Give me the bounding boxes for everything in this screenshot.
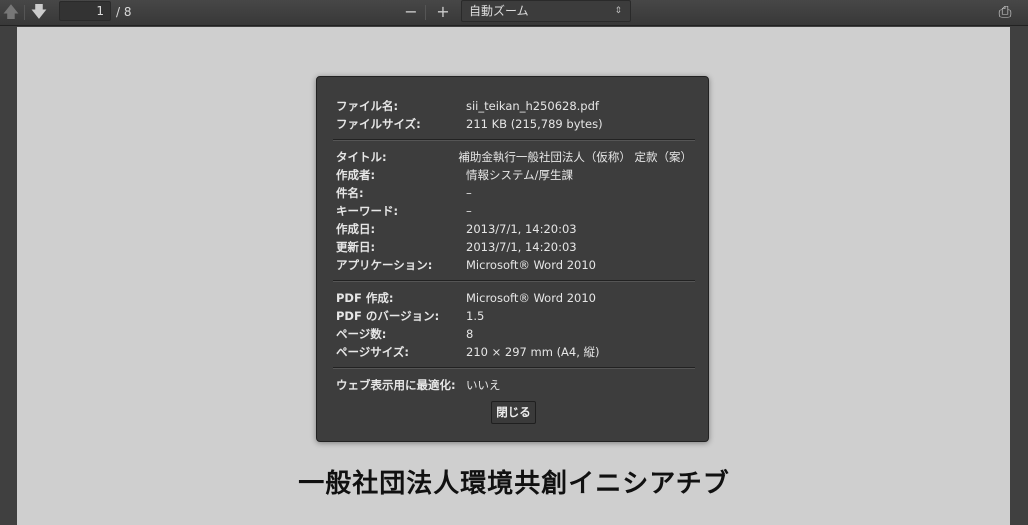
- property-row: 作成者: 情報システム/厚生課: [336, 166, 692, 184]
- divider: [333, 367, 695, 369]
- next-page-button[interactable]: 🡇: [28, 2, 50, 22]
- toolbar: 🡅 🡇 / 8 − + 自動ズーム ⇕ ⎙: [0, 0, 1028, 26]
- zoom-value: 自動ズーム: [469, 4, 529, 18]
- property-value: 2013/7/1, 14:20:03: [466, 240, 577, 254]
- property-label: ページ数:: [336, 327, 387, 341]
- property-value: 補助金執行一般社団法人（仮称） 定款（案）: [458, 150, 692, 164]
- property-value: いいえ: [466, 378, 501, 392]
- plus-icon: +: [436, 2, 450, 21]
- property-value: 211 KB (215,789 bytes): [466, 117, 603, 131]
- minus-icon: −: [404, 2, 418, 21]
- property-row: アプリケーション: Microsoft® Word 2010: [336, 256, 692, 274]
- property-label: タイトル:: [336, 150, 387, 164]
- property-label: 件名:: [336, 186, 364, 200]
- property-label: 更新日:: [336, 240, 376, 254]
- property-value: –: [466, 186, 472, 200]
- property-label: ページサイズ:: [336, 345, 410, 359]
- property-row: ページサイズ: 210 × 297 mm (A4, 縦): [336, 343, 692, 361]
- property-row: 更新日: 2013/7/1, 14:20:03: [336, 238, 692, 256]
- print-button[interactable]: ⎙: [994, 2, 1016, 22]
- select-arrow-icon: ⇕: [614, 6, 622, 16]
- zoom-in-button[interactable]: +: [432, 2, 454, 22]
- property-label: 作成者:: [336, 168, 376, 182]
- close-button[interactable]: 閉じる: [491, 401, 536, 424]
- property-label: アプリケーション:: [336, 258, 433, 272]
- property-label: ウェブ表示用に最適化:: [336, 378, 456, 392]
- document-heading: 一般社団法人環境共創イニシアチブ: [298, 469, 730, 499]
- previous-page-button[interactable]: 🡅: [0, 2, 22, 22]
- property-row: ウェブ表示用に最適化: いいえ: [336, 376, 692, 394]
- property-value: 2013/7/1, 14:20:03: [466, 222, 577, 236]
- page-number-input[interactable]: [59, 1, 111, 21]
- property-value: Microsoft® Word 2010: [466, 291, 596, 305]
- property-value: 210 × 297 mm (A4, 縦): [466, 345, 600, 359]
- zoom-out-button[interactable]: −: [400, 2, 422, 22]
- zoom-select[interactable]: 自動ズーム ⇕: [461, 0, 631, 22]
- property-value: sii_teikan_h250628.pdf: [466, 99, 599, 113]
- property-label: ファイルサイズ:: [336, 117, 421, 131]
- document-properties-dialog: ファイル名: sii_teikan_h250628.pdf ファイルサイズ: 211 …: [316, 76, 709, 442]
- property-row: 作成日: 2013/7/1, 14:20:03: [336, 220, 692, 238]
- property-row: タイトル: 補助金執行一般社団法人（仮称） 定款（案）: [336, 148, 692, 166]
- arrow-up-icon: 🡅: [2, 2, 20, 21]
- property-label: キーワード:: [336, 204, 399, 218]
- property-value: Microsoft® Word 2010: [466, 258, 596, 272]
- property-row: ファイル名: sii_teikan_h250628.pdf: [336, 97, 692, 115]
- property-row: キーワード: –: [336, 202, 692, 220]
- divider: [333, 139, 695, 141]
- property-value: 8: [466, 327, 474, 341]
- property-label: PDF 作成:: [336, 291, 394, 305]
- property-row: ページ数: 8: [336, 325, 692, 343]
- property-row: ファイルサイズ: 211 KB (215,789 bytes): [336, 115, 692, 133]
- property-value: 情報システム/厚生課: [466, 168, 574, 182]
- property-row: PDF 作成: Microsoft® Word 2010: [336, 289, 692, 307]
- property-row: PDF のバージョン: 1.5: [336, 307, 692, 325]
- property-label: ファイル名:: [336, 99, 399, 113]
- property-value: –: [466, 204, 472, 218]
- separator: [24, 5, 25, 20]
- page-count: / 8: [116, 5, 132, 19]
- property-label: PDF のバージョン:: [336, 309, 440, 323]
- property-label: 作成日:: [336, 222, 376, 236]
- property-value: 1.5: [466, 309, 485, 323]
- property-row: 件名: –: [336, 184, 692, 202]
- printer-icon: ⎙: [998, 2, 1012, 21]
- divider: [333, 280, 695, 282]
- separator: [425, 5, 426, 20]
- arrow-down-icon: 🡇: [30, 2, 48, 21]
